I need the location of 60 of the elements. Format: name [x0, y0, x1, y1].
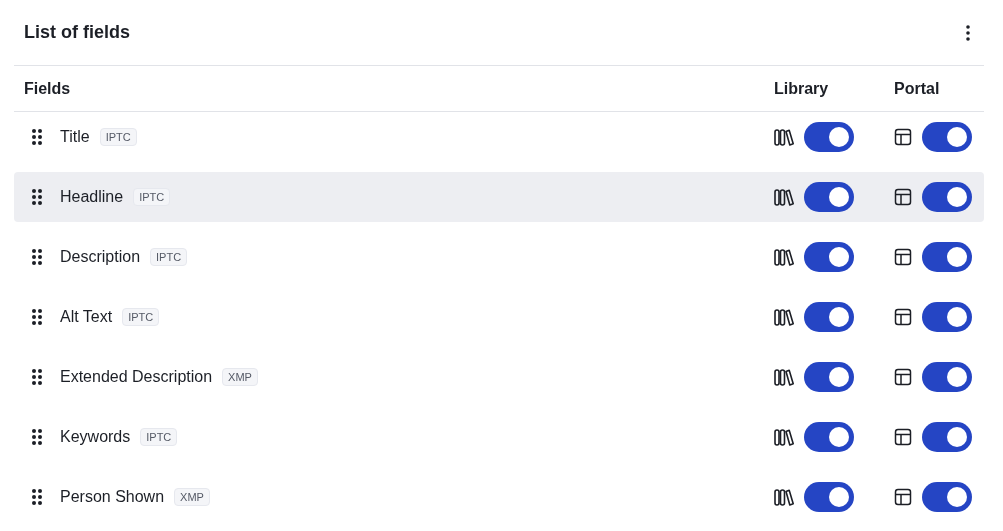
toggle-switch[interactable] — [804, 302, 854, 332]
column-header: Library — [774, 79, 830, 98]
toggle-switch[interactable] — [804, 182, 854, 212]
panel-title: List of fields — [24, 22, 130, 43]
column-header: Fields — [24, 79, 72, 98]
books-icon — [774, 488, 794, 506]
field-name: Extended Description — [60, 368, 213, 386]
field-row[interactable]: Extended Description XMP — [14, 352, 984, 402]
field-row[interactable]: Headline IPTC — [14, 172, 984, 222]
field-row[interactable]: Keywords IPTC — [14, 412, 984, 462]
toggle-switch[interactable] — [804, 482, 854, 512]
field-name: Description — [60, 248, 141, 266]
field-row[interactable]: Description IPTC — [14, 232, 984, 282]
column-header: Portal — [894, 79, 941, 98]
layout-icon — [894, 308, 912, 326]
field-tag: IPTC — [140, 428, 178, 446]
drag-handle-icon[interactable] — [31, 368, 43, 386]
toggle-switch[interactable] — [804, 422, 854, 452]
toggle-switch[interactable] — [922, 242, 972, 272]
toggle-switch[interactable] — [804, 242, 854, 272]
books-icon — [774, 308, 794, 326]
field-tag: XMP — [174, 488, 210, 506]
toggle-switch[interactable] — [804, 362, 854, 392]
books-icon — [774, 368, 794, 386]
toggle-switch[interactable] — [922, 362, 972, 392]
layout-icon — [894, 488, 912, 506]
drag-handle-icon[interactable] — [31, 188, 43, 206]
field-tag: IPTC — [122, 308, 160, 326]
field-tag: IPTC — [133, 188, 171, 206]
drag-handle-icon[interactable] — [31, 308, 43, 326]
field-name: Keywords — [60, 428, 131, 446]
toggle-switch[interactable] — [804, 122, 854, 152]
toggle-switch[interactable] — [922, 302, 972, 332]
field-name: Alt Text — [60, 308, 113, 326]
field-tag: XMP — [222, 368, 258, 386]
field-name: Headline — [60, 188, 124, 206]
field-row[interactable]: Title IPTC — [14, 112, 984, 162]
field-name: Person Shown — [60, 488, 165, 506]
field-row[interactable]: Person Shown XMP — [14, 472, 984, 522]
layout-icon — [894, 188, 912, 206]
drag-handle-icon[interactable] — [31, 488, 43, 506]
layout-icon — [894, 128, 912, 146]
layout-icon — [894, 368, 912, 386]
field-tag: IPTC — [150, 248, 188, 266]
toggle-switch[interactable] — [922, 182, 972, 212]
books-icon — [774, 248, 794, 266]
toggle-switch[interactable] — [922, 422, 972, 452]
layout-icon — [894, 248, 912, 266]
field-name: Title — [60, 128, 90, 146]
toggle-switch[interactable] — [922, 482, 972, 512]
drag-handle-icon[interactable] — [31, 248, 43, 266]
books-icon — [774, 188, 794, 206]
books-icon — [774, 128, 794, 146]
drag-handle-icon[interactable] — [31, 428, 43, 446]
field-tag: IPTC — [99, 128, 137, 146]
toggle-switch[interactable] — [922, 122, 972, 152]
books-icon — [774, 428, 794, 446]
field-row[interactable]: Alt Text IPTC — [14, 292, 984, 342]
drag-handle-icon[interactable] — [31, 128, 43, 146]
layout-icon — [894, 428, 912, 446]
